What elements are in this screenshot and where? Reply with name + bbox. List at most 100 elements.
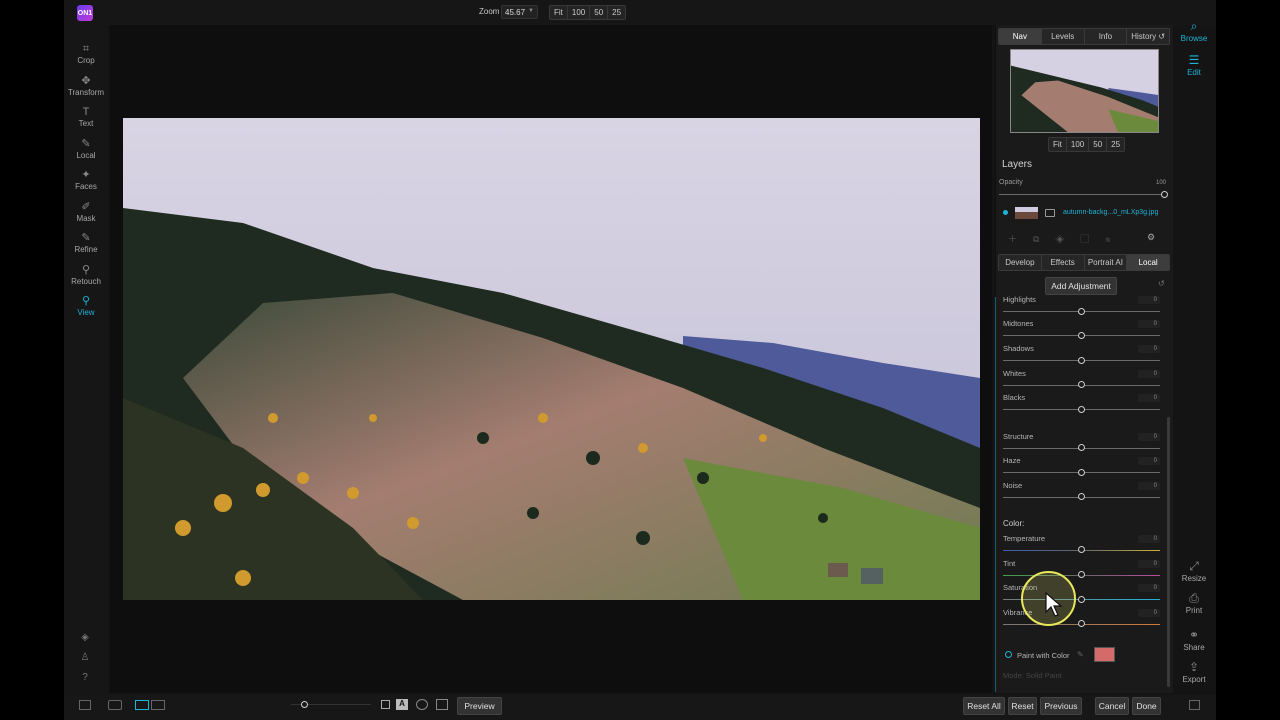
edit-icon: ☰ <box>1188 53 1200 67</box>
tool-transform[interactable]: ✥ Transform <box>64 74 108 97</box>
adj-noise-knob[interactable] <box>1078 493 1085 500</box>
add-adjustment-button[interactable]: Add Adjustment <box>1045 277 1117 295</box>
tool-text[interactable]: T Text <box>64 105 108 128</box>
eyedropper-icon[interactable]: ✎ <box>1077 650 1084 659</box>
zoom-25-button[interactable]: 25 <box>608 6 625 19</box>
tab-nav[interactable]: Nav <box>999 29 1042 44</box>
nav-fit-button[interactable]: Fit <box>1049 138 1067 151</box>
mask-overlay-icon[interactable] <box>381 700 390 709</box>
nav-25-button[interactable]: 25 <box>1107 138 1124 151</box>
opacity-knob[interactable] <box>1161 191 1168 198</box>
brush-view-icon[interactable] <box>436 699 448 710</box>
tool-mask[interactable]: ✐ Mask <box>64 200 108 223</box>
brush-icon: ✎ <box>81 138 91 150</box>
paint-color-swatch[interactable] <box>1094 647 1115 662</box>
color-vibrance-value[interactable]: 0 <box>1138 609 1160 617</box>
layer-thumbnail[interactable] <box>1015 207 1038 219</box>
adj-whites-knob[interactable] <box>1078 381 1085 388</box>
adj-shadows-value[interactable]: 0 <box>1138 345 1160 353</box>
layer-action-icons[interactable]: ＋⧉◈▢≋ <box>1008 232 1127 245</box>
nav-50-button[interactable]: 50 <box>1089 138 1108 151</box>
panel-toggle-icon[interactable] <box>79 700 91 710</box>
adj-midtones-knob[interactable] <box>1078 332 1085 339</box>
adj-blacks-knob[interactable] <box>1078 406 1085 413</box>
color-tint-value[interactable]: 0 <box>1138 560 1160 568</box>
tool-view[interactable]: ⚲ View <box>64 294 108 317</box>
resize-tool[interactable]: ⤢ Resize <box>1174 558 1214 583</box>
adj-shadows-knob[interactable] <box>1078 357 1085 364</box>
previous-button[interactable]: Previous <box>1040 697 1082 715</box>
reset-all-button[interactable]: Reset All <box>963 697 1005 715</box>
layer-settings-icon[interactable]: ⚙ <box>1147 232 1155 243</box>
adj-midtones-value[interactable]: 0 <box>1138 320 1160 328</box>
color-saturation-value[interactable]: 0 <box>1138 584 1160 592</box>
done-button[interactable]: Done <box>1132 697 1161 715</box>
tab-info[interactable]: Info <box>1084 29 1128 44</box>
tab-portrait-ai[interactable]: Portrait AI <box>1084 255 1128 270</box>
user-icon[interactable]: ♙ <box>78 652 92 666</box>
zoom-100-button[interactable]: 100 <box>568 6 591 19</box>
adj-structure-value[interactable]: 0 <box>1138 433 1160 441</box>
adj-blacks-value[interactable]: 0 <box>1138 394 1160 402</box>
brush-size-knob[interactable] <box>301 701 308 708</box>
share-tool[interactable]: ⚭ Share <box>1174 627 1214 652</box>
help-icon[interactable]: ? <box>78 672 92 686</box>
compare-view-icon[interactable] <box>151 700 165 710</box>
mask-view-icon[interactable] <box>416 699 428 710</box>
zoom-50-button[interactable]: 50 <box>590 6 609 19</box>
adj-whites-value[interactable]: 0 <box>1138 370 1160 378</box>
tool-refine[interactable]: ✎ Refine <box>64 231 108 254</box>
adj-haze-value[interactable]: 0 <box>1138 457 1160 465</box>
color-temperature-value[interactable]: 0 <box>1138 535 1160 543</box>
reset-button[interactable]: Reset <box>1008 697 1037 715</box>
tab-levels[interactable]: Levels <box>1041 29 1085 44</box>
zoom-input[interactable]: 45.67 ▼ <box>501 5 538 19</box>
print-tool[interactable]: ⎙ Print <box>1174 590 1214 615</box>
tab-develop[interactable]: Develop <box>999 255 1042 270</box>
single-view-icon[interactable] <box>135 700 149 710</box>
browse-tool[interactable]: ⌕ Browse <box>1174 18 1214 43</box>
print-icon: ⎙ <box>1189 591 1199 605</box>
edit-tool[interactable]: ☰ Edit <box>1174 52 1214 77</box>
paint-mode-label[interactable]: Mode: Solid Paint <box>1003 671 1062 680</box>
tab-effects[interactable]: Effects <box>1041 255 1085 270</box>
adj-noise-value[interactable]: 0 <box>1138 482 1160 490</box>
color-tint-knob[interactable] <box>1078 571 1085 578</box>
layer-mask-icon[interactable] <box>1045 209 1055 217</box>
reset-adjustment-icon[interactable]: ↺ <box>1158 279 1165 288</box>
preview-button[interactable]: Preview <box>457 697 502 715</box>
layers-toggle-icon[interactable]: ◈ <box>78 632 92 646</box>
adj-highlights-value[interactable]: 0 <box>1138 296 1160 304</box>
tool-local[interactable]: ✎ Local <box>64 137 108 160</box>
tool-retouch[interactable]: ⚲ Retouch <box>64 263 108 286</box>
tab-history[interactable]: History ↺ <box>1127 29 1169 44</box>
adj-haze-knob[interactable] <box>1078 469 1085 476</box>
layer-visible-icon[interactable] <box>1003 210 1008 215</box>
color-temperature-knob[interactable] <box>1078 546 1085 553</box>
auto-icon[interactable]: A <box>396 699 408 710</box>
right-panel-toggle-icon[interactable] <box>1189 700 1200 710</box>
retouch-icon: ⚲ <box>81 264 91 276</box>
filmstrip-icon[interactable] <box>108 700 122 710</box>
layer-name[interactable]: autumn-backg...0_mLXp3g.jpg <box>1063 209 1158 216</box>
tab-local[interactable]: Local <box>1127 255 1169 270</box>
photo[interactable] <box>123 118 980 600</box>
export-tool[interactable]: ⇪ Export <box>1174 659 1214 684</box>
color-vibrance-knob[interactable] <box>1078 620 1085 627</box>
app-logo: ON1 <box>77 5 93 21</box>
adj-noise-label: Noise <box>1003 481 1023 490</box>
adj-highlights-knob[interactable] <box>1078 308 1085 315</box>
zoom-label: Zoom <box>479 7 500 16</box>
cancel-button[interactable]: Cancel <box>1095 697 1129 715</box>
scrollbar[interactable] <box>1167 417 1170 687</box>
nav-100-button[interactable]: 100 <box>1067 138 1090 151</box>
adj-blacks-label: Blacks <box>1003 393 1026 402</box>
color-saturation-knob[interactable] <box>1078 596 1085 603</box>
tool-crop[interactable]: ⌗ Crop <box>64 42 108 65</box>
paint-with-color-toggle[interactable] <box>1005 651 1012 658</box>
adj-structure-knob[interactable] <box>1078 444 1085 451</box>
opacity-slider[interactable] <box>999 194 1165 195</box>
navigator-thumbnail[interactable] <box>1010 49 1159 133</box>
tool-faces[interactable]: ✦ Faces <box>64 168 108 191</box>
zoom-fit-button[interactable]: Fit <box>550 6 568 19</box>
